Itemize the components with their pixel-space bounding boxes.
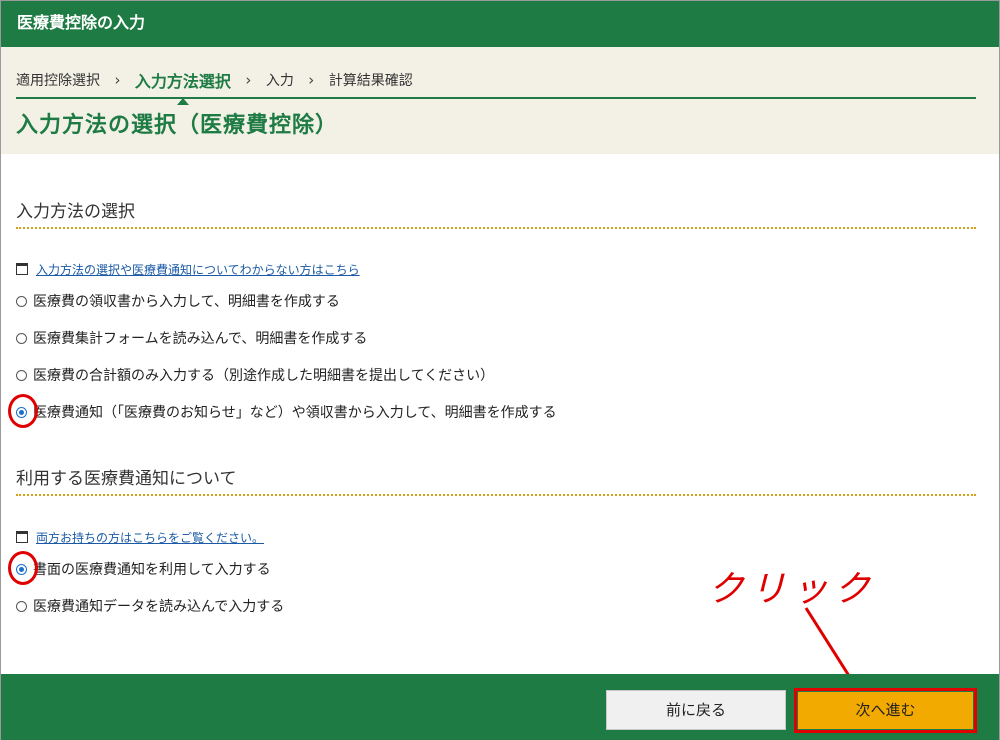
radio-label[interactable]: 医療費集計フォームを読み込んで、明細書を作成する <box>33 331 367 347</box>
help-link-input-method[interactable]: 入力方法の選択や医療費通知についてわからない方はこちら <box>16 261 360 278</box>
step-separator-icon: › <box>308 71 315 89</box>
annotation-click-text: クリック <box>708 569 877 610</box>
radio-label[interactable]: 医療費の領収書から入力して、明細書を作成する <box>33 294 340 310</box>
radio-button[interactable] <box>16 601 27 612</box>
section-title-medical-notice: 利用する医療費通知について <box>16 469 237 489</box>
radio-button[interactable] <box>16 296 27 307</box>
step-2-current: 入力方法選択 <box>135 68 231 105</box>
header-divider <box>16 97 976 99</box>
new-window-icon <box>16 263 28 275</box>
step-4: 計算結果確認 <box>328 73 413 89</box>
section-divider <box>16 227 976 229</box>
step-1: 適用控除選択 <box>16 73 100 89</box>
step-separator-icon: › <box>114 71 121 89</box>
radio-button[interactable] <box>16 333 27 344</box>
step-3: 入力 <box>265 73 294 89</box>
radio-option-aggregate-form[interactable]: 医療費集計フォームを読み込んで、明細書を作成する <box>16 328 367 348</box>
step-breadcrumb: 適用控除選択 › 入力方法選択 › 入力 › 計算結果確認 <box>16 68 413 105</box>
radio-label[interactable]: 医療費通知データを読み込んで入力する <box>33 599 284 615</box>
help-link-both[interactable]: 両方お持ちの方はこちらをご覧ください。 <box>16 529 264 546</box>
window-title-bar: 医療費控除の入力 <box>1 1 999 47</box>
next-button[interactable]: 次へ進む <box>798 692 973 729</box>
radio-option-paper-notice[interactable]: 書面の医療費通知を利用して入力する <box>16 559 271 579</box>
new-window-icon <box>16 531 28 543</box>
page-title: 入力方法の選択（医療費控除） <box>16 113 339 138</box>
radio-option-notice-data[interactable]: 医療費通知データを読み込んで入力する <box>16 596 284 616</box>
section-title-input-method: 入力方法の選択 <box>16 202 135 222</box>
step-separator-icon: › <box>245 71 252 89</box>
radio-label[interactable]: 医療費の合計額のみ入力する（別途作成した明細書を提出してください） <box>33 368 494 384</box>
radio-option-total-only[interactable]: 医療費の合計額のみ入力する（別途作成した明細書を提出してください） <box>16 365 494 385</box>
radio-label[interactable]: 医療費通知（「医療費のお知らせ」など）や領収書から入力して、明細書を作成する <box>33 405 557 421</box>
section-divider <box>16 494 976 496</box>
radio-option-medical-notice[interactable]: 医療費通知（「医療費のお知らせ」など）や領収書から入力して、明細書を作成する <box>16 402 557 422</box>
radio-option-receipts[interactable]: 医療費の領収書から入力して、明細書を作成する <box>16 291 340 311</box>
help-link-text[interactable]: 入力方法の選択や医療費通知についてわからない方はこちら <box>36 263 360 277</box>
back-button[interactable]: 前に戻る <box>606 690 786 730</box>
radio-button[interactable] <box>16 370 27 381</box>
radio-label[interactable]: 書面の医療費通知を利用して入力する <box>33 562 271 578</box>
annotation-circle <box>8 551 38 585</box>
window-title: 医療費控除の入力 <box>17 13 146 32</box>
annotation-circle <box>8 394 38 428</box>
help-link-text[interactable]: 両方お持ちの方はこちらをご覧ください。 <box>36 531 264 545</box>
